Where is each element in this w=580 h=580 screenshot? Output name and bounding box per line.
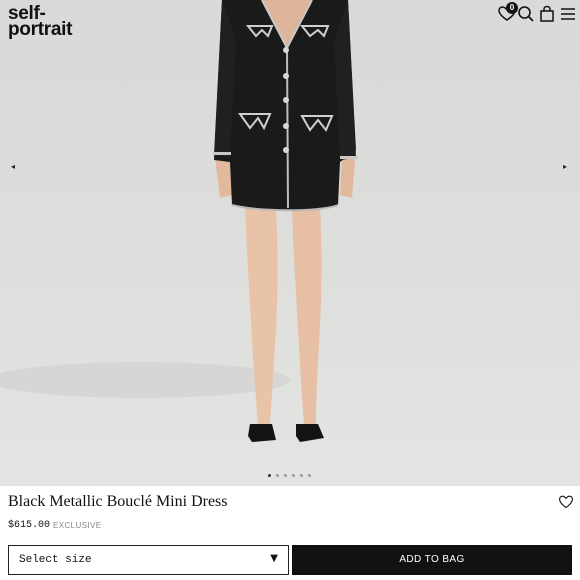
search-button[interactable]: [516, 4, 536, 24]
menu-button[interactable]: [558, 4, 578, 24]
model-photo: [0, 0, 358, 442]
brand-logo[interactable]: self- portrait: [8, 4, 73, 40]
product-price: $615.00: [8, 520, 51, 531]
carousel-dot[interactable]: [300, 474, 303, 477]
carousel-dot[interactable]: [284, 474, 287, 477]
next-arrow-icon[interactable]: ▸: [563, 162, 567, 171]
heart-icon: [559, 495, 573, 509]
carousel-dots: [268, 474, 311, 477]
size-select[interactable]: Select size ▼: [8, 545, 289, 575]
product-title: Black Metallic Bouclé Mini Dress: [8, 493, 228, 510]
carousel-dot[interactable]: [292, 474, 295, 477]
add-to-bag-button[interactable]: ADD TO BAG: [292, 545, 572, 575]
brand-logo-line2: portrait: [8, 19, 73, 40]
bag-icon: [540, 5, 554, 22]
add-to-wishlist-button[interactable]: [558, 494, 574, 510]
carousel-dot[interactable]: [268, 474, 271, 477]
search-icon: [518, 6, 534, 22]
chevron-down-icon: ▼: [270, 553, 278, 564]
menu-icon: [561, 8, 575, 20]
carousel-dot[interactable]: [276, 474, 279, 477]
bag-button[interactable]: [537, 4, 557, 24]
prev-arrow-icon[interactable]: ◂: [11, 162, 15, 171]
exclusive-badge: EXCLUSIVE: [53, 521, 102, 530]
carousel-dot[interactable]: [308, 474, 311, 477]
product-image[interactable]: [0, 0, 580, 486]
size-select-value: Select size: [19, 554, 92, 566]
